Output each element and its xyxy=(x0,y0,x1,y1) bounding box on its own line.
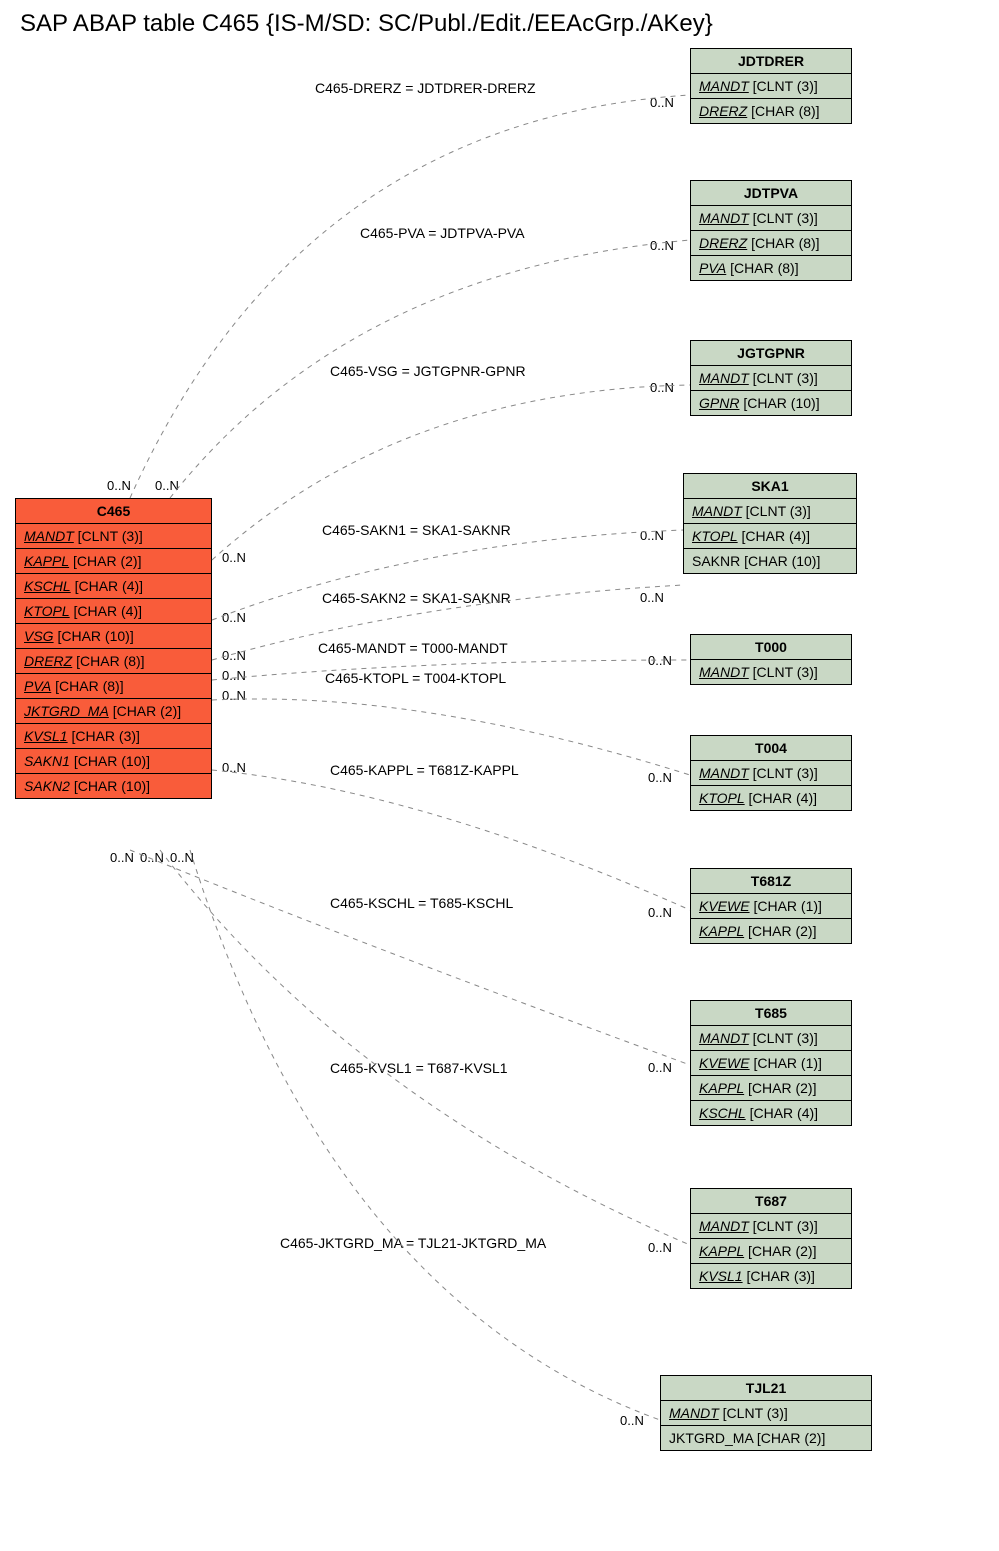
cardinality: 0..N xyxy=(222,668,246,683)
cardinality: 0..N xyxy=(650,380,674,395)
entity-t000: T000 MANDT [CLNT (3)] xyxy=(690,634,852,685)
cardinality: 0..N xyxy=(640,590,664,605)
field-row: MANDT [CLNT (3)] xyxy=(691,761,851,786)
entity-t685: T685 MANDT [CLNT (3)] KVEWE [CHAR (1)] K… xyxy=(690,1000,852,1126)
cardinality: 0..N xyxy=(650,95,674,110)
field-row: DRERZ [CHAR (8)] xyxy=(691,99,851,123)
field-row: JKTGRD_MA [CHAR (2)] xyxy=(16,699,211,724)
cardinality: 0..N xyxy=(170,850,194,865)
field-row: PVA [CHAR (8)] xyxy=(16,674,211,699)
field-row: MANDT [CLNT (3)] xyxy=(691,1214,851,1239)
entity-t004: T004 MANDT [CLNT (3)] KTOPL [CHAR (4)] xyxy=(690,735,852,811)
cardinality: 0..N xyxy=(222,550,246,565)
cardinality: 0..N xyxy=(110,850,134,865)
field-row: SAKN1 [CHAR (10)] xyxy=(16,749,211,774)
entity-tjl21: TJL21 MANDT [CLNT (3)] JKTGRD_MA [CHAR (… xyxy=(660,1375,872,1451)
edge-label: C465-KSCHL = T685-KSCHL xyxy=(330,895,513,911)
entity-c465-title: C465 xyxy=(16,499,211,524)
entity-title: JDTPVA xyxy=(691,181,851,206)
cardinality: 0..N xyxy=(222,610,246,625)
field-row: KVSL1 [CHAR (3)] xyxy=(691,1264,851,1288)
cardinality: 0..N xyxy=(648,770,672,785)
diagram-title: SAP ABAP table C465 {IS-M/SD: SC/Publ./E… xyxy=(20,10,713,38)
edge-label: C465-SAKN1 = SKA1-SAKNR xyxy=(322,522,511,538)
field-row: MANDT [CLNT (3)] xyxy=(691,366,851,391)
field-row: GPNR [CHAR (10)] xyxy=(691,391,851,415)
field-row: KTOPL [CHAR (4)] xyxy=(691,786,851,810)
field-row: KAPPL [CHAR (2)] xyxy=(691,919,851,943)
field-row: PVA [CHAR (8)] xyxy=(691,256,851,280)
field-row: KTOPL [CHAR (4)] xyxy=(16,599,211,624)
entity-jdtdrer: JDTDRER MANDT [CLNT (3)] DRERZ [CHAR (8)… xyxy=(690,48,852,124)
field-row: MANDT [CLNT (3)] xyxy=(661,1401,871,1426)
entity-t681z: T681Z KVEWE [CHAR (1)] KAPPL [CHAR (2)] xyxy=(690,868,852,944)
entity-title: T004 xyxy=(691,736,851,761)
entity-t687: T687 MANDT [CLNT (3)] KAPPL [CHAR (2)] K… xyxy=(690,1188,852,1289)
field-row: KAPPL [CHAR (2)] xyxy=(691,1239,851,1264)
field-row: KSCHL [CHAR (4)] xyxy=(16,574,211,599)
field-row: DRERZ [CHAR (8)] xyxy=(691,231,851,256)
field-row: KAPPL [CHAR (2)] xyxy=(16,549,211,574)
field-row: MANDT [CLNT (3)] xyxy=(691,660,851,684)
edge-label: C465-DRERZ = JDTDRER-DRERZ xyxy=(315,80,536,96)
edge-label: C465-SAKN2 = SKA1-SAKNR xyxy=(322,590,511,606)
entity-title: T685 xyxy=(691,1001,851,1026)
field-row: MANDT [CLNT (3)] xyxy=(684,499,856,524)
field-row: KVSL1 [CHAR (3)] xyxy=(16,724,211,749)
edge-label: C465-KVSL1 = T687-KVSL1 xyxy=(330,1060,508,1076)
cardinality: 0..N xyxy=(140,850,164,865)
field-row: KVEWE [CHAR (1)] xyxy=(691,894,851,919)
cardinality: 0..N xyxy=(222,760,246,775)
entity-c465: C465 MANDT [CLNT (3)] KAPPL [CHAR (2)] K… xyxy=(15,498,212,799)
field-row: SAKN2 [CHAR (10)] xyxy=(16,774,211,798)
field-row: KAPPL [CHAR (2)] xyxy=(691,1076,851,1101)
edge-label: C465-KTOPL = T004-KTOPL xyxy=(325,670,506,686)
field-row: KTOPL [CHAR (4)] xyxy=(684,524,856,549)
field-row: VSG [CHAR (10)] xyxy=(16,624,211,649)
field-row: JKTGRD_MA [CHAR (2)] xyxy=(661,1426,871,1450)
edge-label: C465-KAPPL = T681Z-KAPPL xyxy=(330,762,519,778)
edge-label: C465-PVA = JDTPVA-PVA xyxy=(360,225,525,241)
entity-title: JDTDRER xyxy=(691,49,851,74)
cardinality: 0..N xyxy=(648,1060,672,1075)
edge-label: C465-MANDT = T000-MANDT xyxy=(318,640,508,656)
cardinality: 0..N xyxy=(648,653,672,668)
cardinality: 0..N xyxy=(155,478,179,493)
cardinality: 0..N xyxy=(107,478,131,493)
field-row: DRERZ [CHAR (8)] xyxy=(16,649,211,674)
entity-title: JGTGPNR xyxy=(691,341,851,366)
entity-title: T687 xyxy=(691,1189,851,1214)
cardinality: 0..N xyxy=(222,688,246,703)
field-row: KSCHL [CHAR (4)] xyxy=(691,1101,851,1125)
entity-jgtgpnr: JGTGPNR MANDT [CLNT (3)] GPNR [CHAR (10)… xyxy=(690,340,852,416)
cardinality: 0..N xyxy=(648,905,672,920)
cardinality: 0..N xyxy=(648,1240,672,1255)
cardinality: 0..N xyxy=(620,1413,644,1428)
field-row: MANDT [CLNT (3)] xyxy=(16,524,211,549)
cardinality: 0..N xyxy=(640,528,664,543)
field-row: KVEWE [CHAR (1)] xyxy=(691,1051,851,1076)
entity-title: T000 xyxy=(691,635,851,660)
field-row: SAKNR [CHAR (10)] xyxy=(684,549,856,573)
cardinality: 0..N xyxy=(222,648,246,663)
field-row: MANDT [CLNT (3)] xyxy=(691,206,851,231)
field-row: MANDT [CLNT (3)] xyxy=(691,1026,851,1051)
edge-label: C465-JKTGRD_MA = TJL21-JKTGRD_MA xyxy=(280,1235,546,1251)
entity-ska1: SKA1 MANDT [CLNT (3)] KTOPL [CHAR (4)] S… xyxy=(683,473,857,574)
entity-title: T681Z xyxy=(691,869,851,894)
entity-jdtpva: JDTPVA MANDT [CLNT (3)] DRERZ [CHAR (8)]… xyxy=(690,180,852,281)
entity-title: SKA1 xyxy=(684,474,856,499)
edge-label: C465-VSG = JGTGPNR-GPNR xyxy=(330,363,526,379)
cardinality: 0..N xyxy=(650,238,674,253)
entity-title: TJL21 xyxy=(661,1376,871,1401)
field-row: MANDT [CLNT (3)] xyxy=(691,74,851,99)
